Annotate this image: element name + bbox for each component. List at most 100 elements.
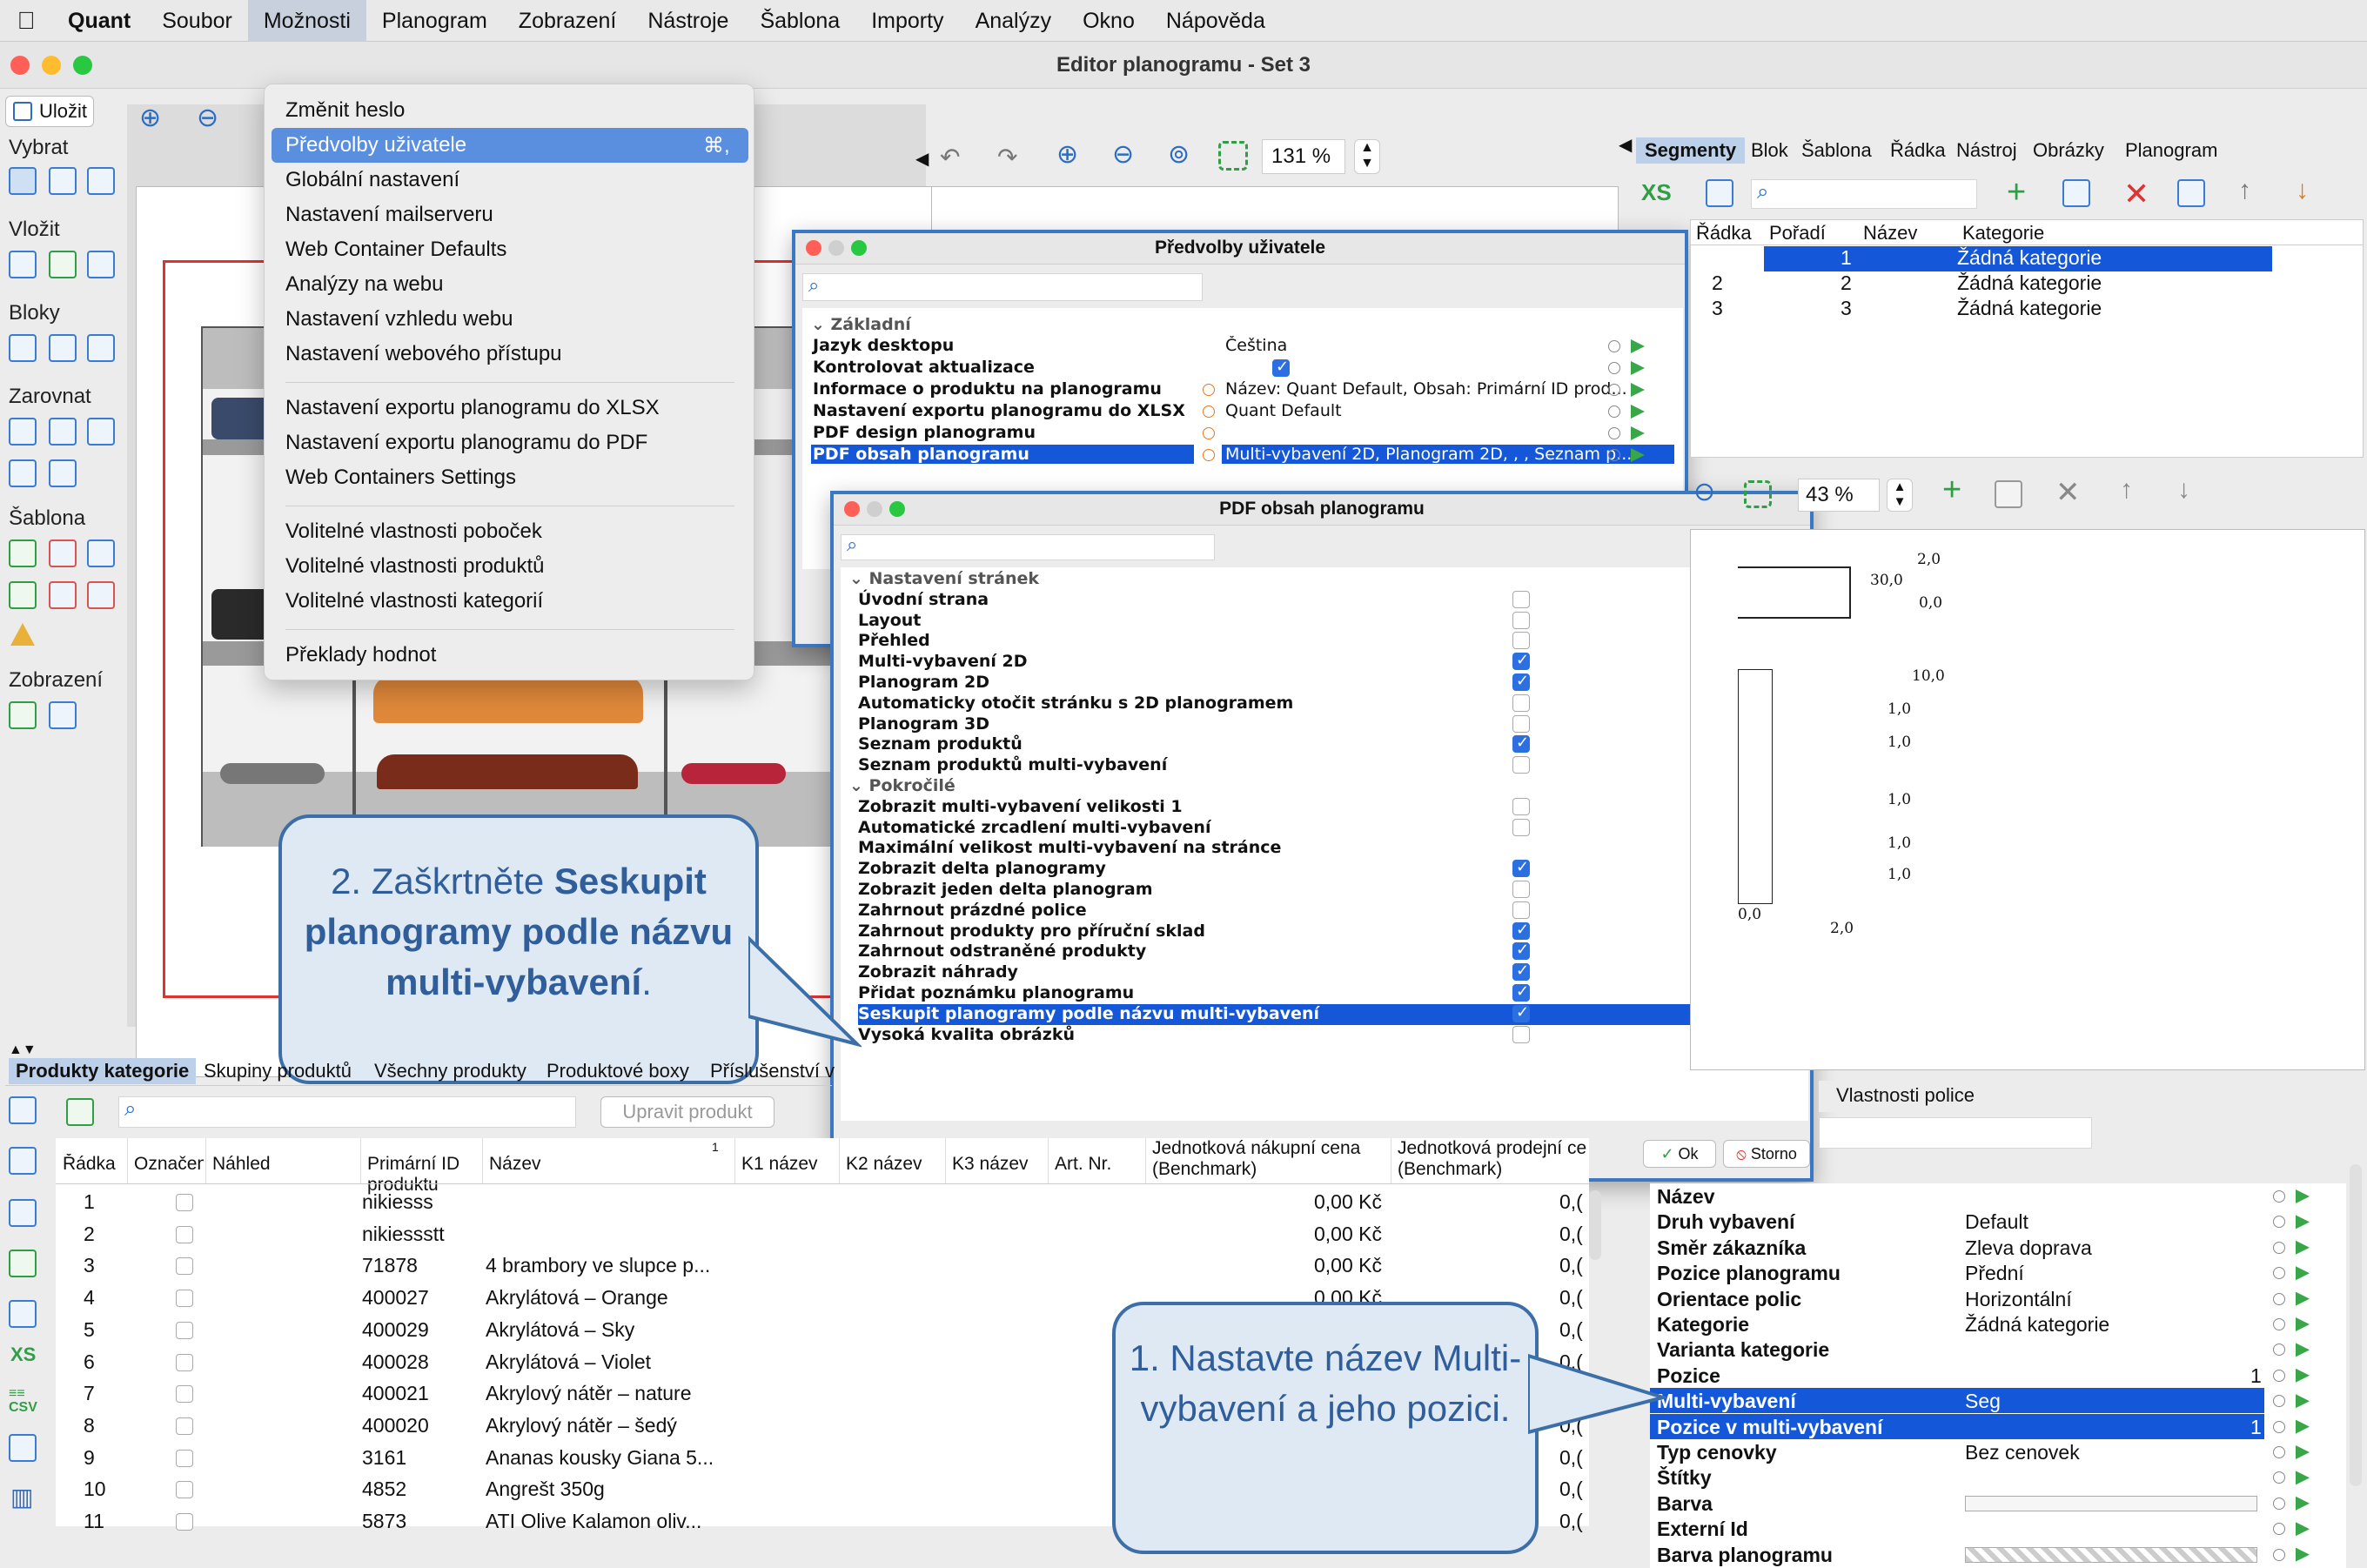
align-center-icon[interactable]: [49, 418, 77, 446]
view-edit-icon[interactable]: [9, 701, 37, 729]
menu-item-analyzy-na-webu[interactable]: Analýzy na webu: [285, 272, 443, 297]
zoom-dialog-button[interactable]: [889, 501, 905, 517]
insert-shelf-icon[interactable]: [9, 251, 37, 278]
pdf-option-row[interactable]: Maximální velikost multi-vybavení na str…: [858, 838, 1767, 859]
reset-icon[interactable]: [2273, 1471, 2285, 1484]
reset-icon[interactable]: [2273, 1420, 2285, 1433]
pdf-option-checkbox[interactable]: [1512, 797, 1530, 815]
product-row[interactable]: 2 nikiessstt 0,00 Kč 0,(: [56, 1219, 1589, 1250]
planogram-color-swatch[interactable]: [1965, 1546, 2257, 1563]
template-remove-icon[interactable]: [49, 539, 77, 567]
apply-icon[interactable]: [2296, 1471, 2310, 1485]
apply-icon[interactable]: [2296, 1215, 2310, 1230]
zoom-out-icon[interactable]: ⊖: [197, 103, 218, 133]
tab-radka[interactable]: Řádka: [1885, 137, 1951, 164]
property-row[interactable]: Pozice v multi-vybavení 1: [1650, 1413, 2329, 1439]
tab-prislusenstvi[interactable]: Příslušenství v: [710, 1060, 835, 1082]
apply-icon[interactable]: [1631, 361, 1645, 375]
edit-icon[interactable]: [2177, 179, 2205, 207]
block-group-icon[interactable]: [9, 334, 37, 362]
move-down-icon[interactable]: ↓: [2177, 475, 2190, 505]
template-clear-icon[interactable]: [87, 581, 115, 609]
menu-item-vlastnosti-kategorii[interactable]: Volitelné vlastnosti kategorií: [285, 589, 543, 613]
prefs-search-input[interactable]: ⌕: [802, 273, 1203, 301]
distribute-horizontal-icon[interactable]: [49, 459, 77, 487]
apply-icon[interactable]: [2296, 1189, 2310, 1203]
pdf-option-row[interactable]: Vysoká kvalita obrázků: [858, 1025, 1763, 1046]
reset-icon[interactable]: [2273, 1548, 2285, 1561]
pdf-option-checkbox[interactable]: [1512, 694, 1530, 712]
pdf-option-row[interactable]: Přehled: [858, 631, 1763, 652]
distribute-vertical-icon[interactable]: [9, 459, 37, 487]
info-icon[interactable]: [1203, 449, 1215, 461]
pdf-option-row[interactable]: Zobrazit jeden delta planogram: [858, 880, 1763, 901]
collapse-right-icon[interactable]: ◀: [1619, 134, 1632, 156]
apply-icon[interactable]: [2296, 1522, 2310, 1537]
zoom-fit-icon[interactable]: ⊚: [1168, 139, 1190, 170]
props-scrollbar[interactable]: [2350, 1164, 2362, 1486]
reset-icon[interactable]: [2273, 1523, 2285, 1536]
menu-sablona[interactable]: Šablona: [744, 0, 855, 42]
product-marked-checkbox[interactable]: [176, 1194, 193, 1211]
property-row[interactable]: Typ cenovky Bez cenovek: [1650, 1439, 2329, 1464]
add-icon[interactable]: +: [2007, 174, 2026, 211]
add-icon[interactable]: +: [1942, 472, 1961, 509]
menu-item-export-xlsx[interactable]: Nastavení exportu planogramu do XLSX: [285, 396, 660, 420]
menu-moznosti[interactable]: Možnosti: [247, 0, 366, 42]
help-icon[interactable]: [9, 1199, 37, 1227]
copy-icon[interactable]: [1995, 480, 2022, 508]
apply-icon[interactable]: [2296, 1419, 2310, 1434]
reset-icon[interactable]: [2273, 1241, 2285, 1254]
check-list-icon[interactable]: [9, 1096, 37, 1124]
pdf-option-checkbox[interactable]: [1512, 962, 1530, 982]
zoom-out-icon[interactable]: ⊖: [1693, 477, 1715, 507]
tab-nastroj[interactable]: Nástroj: [1951, 137, 2022, 164]
tab-vsechny-produkty[interactable]: Všechny produkty: [374, 1060, 526, 1082]
pdf-option-checkbox[interactable]: [1512, 858, 1530, 878]
tab-skupiny-produktu[interactable]: Skupiny produktů: [204, 1060, 352, 1082]
select-all-icon[interactable]: [49, 167, 77, 195]
apply-icon[interactable]: [2296, 1317, 2310, 1331]
prefs-row[interactable]: Kontrolovat aktualizace: [802, 358, 1683, 379]
pdf-option-checkbox[interactable]: [1512, 756, 1530, 774]
pdf-option-row[interactable]: Zobrazit náhrady: [858, 962, 1763, 983]
pdf-option-checkbox[interactable]: [1512, 1003, 1530, 1022]
collapse-left-icon[interactable]: ◀: [915, 148, 929, 170]
align-left-icon[interactable]: [9, 418, 37, 446]
property-row[interactable]: Směr zákazníka Zleva doprava: [1650, 1235, 2329, 1260]
zoom-in-icon[interactable]: ⊕: [139, 103, 161, 133]
zoom-level-field[interactable]: 131 %: [1262, 139, 1345, 174]
prefs-row[interactable]: Jazyk desktopu Čeština: [802, 336, 1683, 357]
menu-zobrazeni[interactable]: Zobrazení: [503, 0, 633, 42]
pdf-option-row[interactable]: Zobrazit delta planogramy: [858, 858, 1763, 880]
tab-produktove-boxy[interactable]: Produktové boxy: [546, 1060, 689, 1082]
right-zoom-field[interactable]: 43 %: [1798, 479, 1880, 512]
property-row[interactable]: Pozice planogramu Přední: [1650, 1260, 2329, 1285]
property-row[interactable]: Pozice 1: [1650, 1363, 2329, 1388]
reset-icon[interactable]: [2273, 1446, 2285, 1458]
apply-icon[interactable]: [2296, 1266, 2310, 1281]
property-row[interactable]: Název: [1650, 1183, 2329, 1209]
pdf-option-row[interactable]: Zobrazit multi-vybavení velikosti 1: [858, 797, 1763, 818]
reset-icon[interactable]: [1608, 449, 1620, 461]
apply-icon[interactable]: [2296, 1496, 2310, 1511]
info-icon[interactable]: [1203, 384, 1215, 396]
menu-item-vzhled-webu[interactable]: Nastavení vzhledu webu: [285, 307, 513, 332]
property-row[interactable]: Barva: [1650, 1491, 2329, 1516]
insert-text-icon[interactable]: [87, 251, 115, 278]
reset-icon[interactable]: [2273, 1395, 2285, 1408]
pdf-search-input[interactable]: ⌕: [841, 533, 1215, 560]
segment-row[interactable]: 2 2 Žádná kategorie: [1691, 271, 2363, 297]
tab-produkty-kategorie[interactable]: Produkty kategorie: [9, 1058, 197, 1084]
segment-row[interactable]: 1 1 Žádná kategorie: [1691, 246, 2363, 271]
menu-item-vlastnosti-produktu[interactable]: Volitelné vlastnosti produktů: [285, 554, 545, 579]
menu-item-vlastnosti-pobocek[interactable]: Volitelné vlastnosti poboček: [285, 519, 542, 544]
apply-icon[interactable]: [2296, 1445, 2310, 1459]
product-row[interactable]: 3 71878 4 brambory ve slupce p... 0,00 Kč 0,…: [56, 1250, 1589, 1282]
product-row[interactable]: 1 nikiesss 0,00 Kč 0,(: [56, 1187, 1589, 1218]
zoom-out-icon[interactable]: ⊖: [1112, 139, 1134, 170]
product-calendar-icon[interactable]: [66, 1098, 94, 1126]
pdf-option-row[interactable]: Automaticky otočit stránku s 2D planogra…: [858, 694, 1763, 714]
cancel-button[interactable]: ⦸ Storno: [1723, 1140, 1810, 1168]
block-add-icon[interactable]: [49, 334, 77, 362]
